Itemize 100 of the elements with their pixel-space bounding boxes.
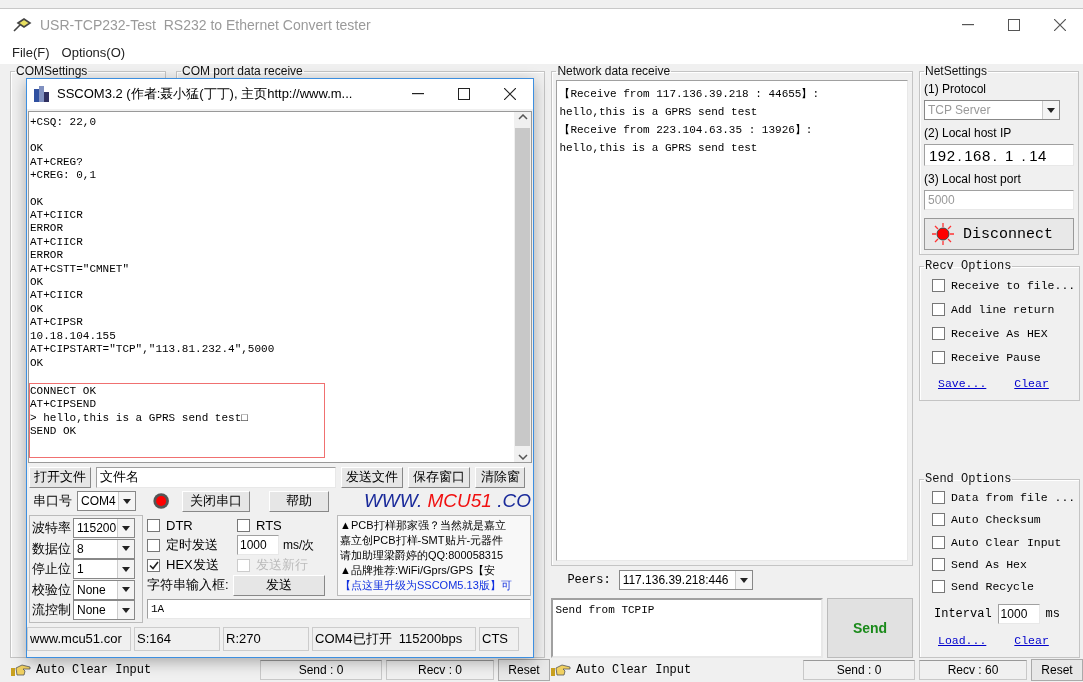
checkbox[interactable] — [932, 557, 945, 571]
log-line: CONNECT OK — [30, 384, 97, 399]
group-title: Network data receive — [556, 64, 672, 78]
close-icon[interactable] — [504, 88, 516, 100]
hand-pointer-icon — [550, 663, 572, 677]
checkbox[interactable] — [237, 518, 250, 532]
recv-count: Recv : 60 — [919, 660, 1027, 680]
group-title: Send Options — [924, 472, 1013, 486]
setting-dropdown[interactable]: None — [73, 579, 135, 600]
unit-label: ms — [1045, 607, 1060, 622]
link[interactable]: Save... — [938, 377, 987, 390]
file-action-button[interactable]: 保存窗口 — [408, 466, 470, 488]
option-label: Add line return — [951, 302, 1055, 316]
option-label: Auto Clear Input — [951, 535, 1062, 549]
file-name-field[interactable]: 文件名 — [96, 466, 336, 488]
peers-label: Peers: — [567, 573, 611, 587]
link[interactable]: Clear — [1014, 377, 1049, 390]
group-title: NetSettings — [924, 64, 989, 78]
received-text: hello,this is a GPRS send test — [559, 105, 759, 120]
received-text: 【Receive from 223.104.63.35 : 13926】: — [559, 123, 814, 138]
log-line: +CSQ: 22,0 — [30, 116, 97, 130]
maximize-icon[interactable] — [458, 88, 470, 100]
minimize-icon[interactable] — [412, 93, 424, 95]
input-label: 字符串输入框: — [147, 576, 229, 594]
protocol-label: (1) Protocol — [924, 82, 988, 96]
setting-label: 流控制 — [32, 601, 71, 619]
period-field[interactable]: 1000 — [237, 535, 279, 555]
option-label: Send As Hex — [951, 557, 1027, 571]
hand-pointer-icon — [10, 663, 32, 677]
receive-text-area[interactable]: 【Receive from 117.136.39.218 : 44655】: hello,this is a GPRS send test 【Receive from 223.104.63.35 : 13926】: hello,this is a GPRS send test — [556, 80, 908, 561]
setting-dropdown[interactable]: 1 — [73, 559, 135, 579]
status-cell: CTS — [479, 627, 519, 651]
log-text-area[interactable] — [28, 111, 532, 463]
scroll-up-icon[interactable] — [517, 114, 528, 120]
checkbox[interactable] — [147, 518, 160, 532]
ip-field[interactable]: 192.168. 1 . 14 — [924, 144, 1074, 166]
scrollbar[interactable] — [514, 112, 531, 462]
log-line: +CREG: 0,1 — [30, 169, 97, 183]
setting-dropdown[interactable]: None — [73, 600, 135, 620]
checkbox-label: RTS — [256, 517, 282, 533]
received-text: hello,this is a GPRS send test — [559, 141, 759, 156]
open-file-button[interactable]: 打开文件 — [29, 466, 91, 488]
plug-icon — [12, 16, 32, 33]
string-input-field[interactable]: 1A — [147, 599, 531, 619]
checkbox-label: HEX发送 — [166, 556, 219, 574]
log-line: AT+CSTT="CMNET" — [30, 262, 131, 277]
option-label: Receive to file... — [951, 278, 1076, 292]
setting-label: 波特率 — [32, 519, 71, 537]
status-cell: COM4已打开 115200bps — [312, 627, 476, 651]
send-button[interactable]: 发送 — [232, 574, 325, 596]
checkbox[interactable] — [932, 302, 945, 316]
file-action-button[interactable]: 清除窗 — [475, 466, 525, 488]
maximize-icon[interactable] — [1008, 18, 1020, 31]
link[interactable]: Clear — [1014, 634, 1049, 648]
checkbox[interactable] — [147, 538, 160, 552]
menu-item[interactable]: File(F) — [6, 44, 56, 60]
peers-dropdown[interactable]: 117.136.39.218:446 — [618, 570, 753, 590]
interval-field[interactable]: 1000 — [997, 604, 1040, 625]
log-line: OK — [30, 356, 45, 370]
checkbox[interactable] — [932, 326, 945, 340]
option-label: Receive As HEX — [951, 326, 1048, 340]
checkbox[interactable] — [932, 580, 945, 594]
checkbox[interactable] — [932, 535, 945, 549]
app-icon — [33, 85, 51, 103]
setting-dropdown[interactable]: 8 — [73, 538, 135, 559]
reset-button[interactable]: Reset — [498, 659, 550, 681]
log-line: AT+CIPSR — [30, 316, 84, 330]
minimize-icon[interactable] — [962, 23, 974, 26]
port-dropdown[interactable]: COM4 — [77, 491, 137, 511]
checkbox[interactable] — [932, 278, 945, 292]
help-button[interactable]: 帮助 — [268, 490, 329, 512]
file-action-button[interactable]: 发送文件 — [341, 466, 403, 488]
checkbox[interactable] — [147, 558, 160, 572]
disconnect-button[interactable]: Disconnect — [924, 218, 1074, 250]
group-title: Recv Options — [924, 259, 1013, 273]
reset-button[interactable]: Reset — [1031, 659, 1083, 681]
log-line: AT+CIPSTART="TCP","113.81.232.4",5000 — [30, 343, 276, 357]
recv-count: Recv : 0 — [386, 660, 494, 680]
period-unit: ms/次 — [283, 536, 315, 554]
menu-item[interactable]: Options(O) — [55, 44, 132, 60]
ip-label: (2) Local host IP — [924, 126, 1013, 140]
status-cell: www.mcu51.cor — [27, 627, 131, 651]
log-line: AT+CIICR — [30, 235, 84, 250]
ad-text: 嘉立创PCB打样-SMT贴片-元器件 — [340, 533, 505, 548]
website-logo[interactable]: WWW. MCU51 .CO — [363, 490, 531, 512]
link[interactable]: Load... — [938, 634, 987, 648]
scroll-down-icon[interactable] — [517, 454, 528, 460]
close-icon[interactable] — [1054, 18, 1066, 31]
close-port-button[interactable]: 关闭串口 — [181, 490, 250, 512]
setting-label: 停止位 — [32, 560, 71, 578]
setting-dropdown[interactable]: 115200 — [73, 518, 135, 538]
ad-text: 请加助理梁爵婷的QQ:800058315 — [340, 548, 505, 563]
log-line: AT+CREG? — [30, 155, 84, 170]
send-text-area[interactable]: Send from TCPIP — [551, 598, 823, 658]
checkbox[interactable] — [932, 490, 945, 504]
checkbox[interactable] — [932, 513, 945, 527]
checkbox-label: DTR — [166, 517, 193, 533]
checkbox[interactable] — [932, 350, 945, 364]
log-line: ERROR — [30, 249, 64, 263]
upgrade-link[interactable]: 【点这里升级为SSCOM5.13版】可 — [340, 578, 528, 593]
